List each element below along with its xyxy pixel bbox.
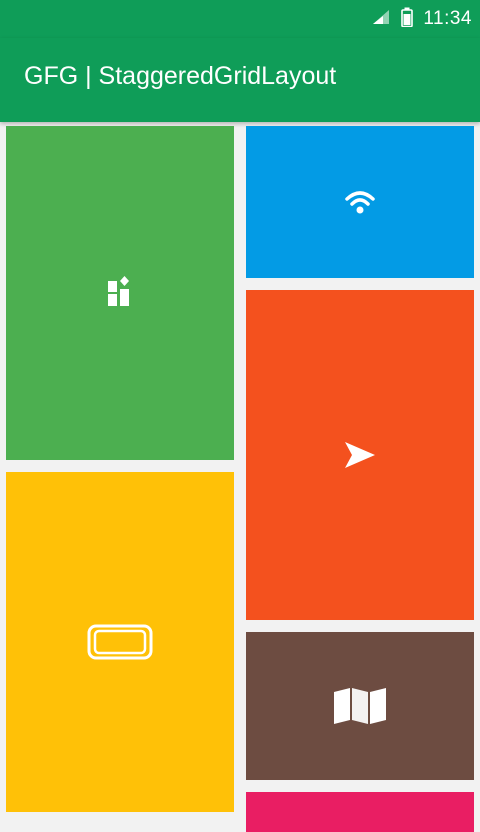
grid-tile-send[interactable] [246,290,474,620]
dashboard-icon [106,276,134,310]
send-icon [343,440,377,470]
tablet-icon [87,624,153,660]
grid-tile-dashboard[interactable] [6,126,234,460]
grid-tile-map[interactable] [246,632,474,780]
wifi-icon [344,188,376,216]
grid-tile-tablet[interactable] [6,472,234,812]
battery-icon [401,7,414,32]
grid-tile-wifi[interactable] [246,126,474,278]
app-bar: GFG | StaggeredGridLayout [0,38,480,122]
app-title: GFG | StaggeredGridLayout [24,62,337,90]
staggered-grid [0,122,480,832]
signal-icon [371,8,391,31]
status-icons: 11:34 [371,0,472,38]
status-time: 11:34 [423,8,472,29]
grid-tile-partial[interactable] [246,792,474,832]
status-bar: 11:34 [0,0,480,38]
map-icon [332,686,388,726]
